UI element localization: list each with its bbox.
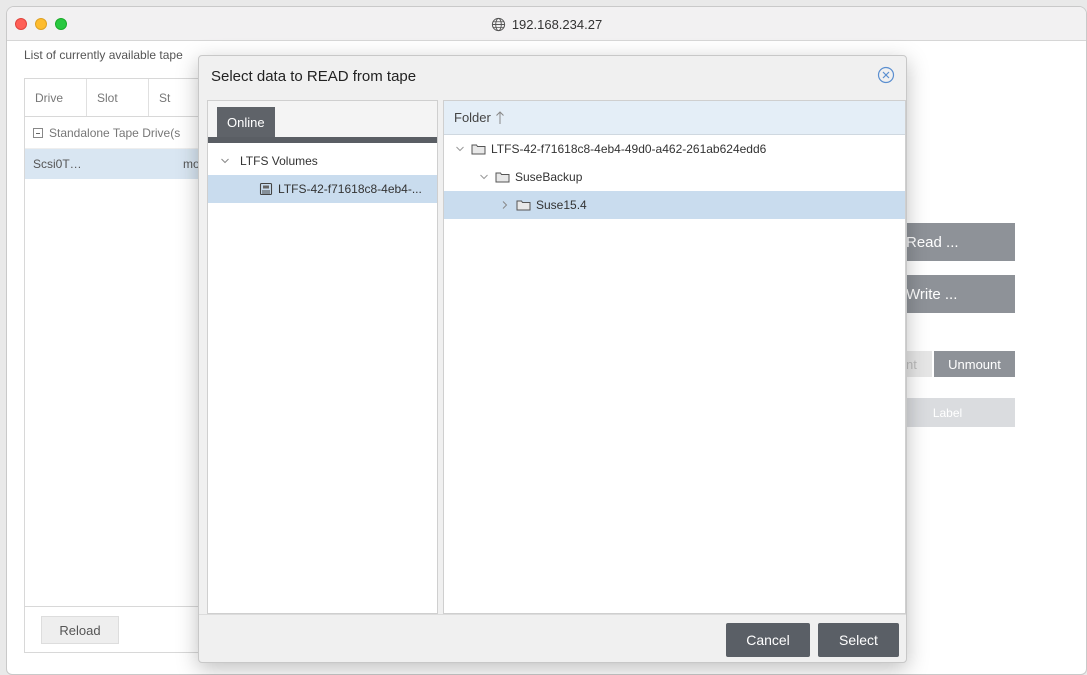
chevron-right-icon[interactable] [500, 200, 510, 210]
folder-row-suse154[interactable]: Suse15.4 [444, 191, 905, 219]
folder-icon [471, 144, 486, 155]
globe-icon [491, 17, 505, 31]
tree-root-ltfs-volumes[interactable]: LTFS Volumes [208, 147, 437, 175]
folder-label: Suse15.4 [536, 198, 587, 212]
drive-icon [259, 182, 273, 196]
column-slot[interactable]: Slot [87, 79, 149, 116]
label-button[interactable]: Label [900, 398, 1015, 427]
tree-item-volume[interactable]: LTFS-42-f71618c8-4eb4-... [208, 175, 437, 203]
tab-online[interactable]: Online [217, 107, 275, 137]
column-state[interactable]: St [149, 79, 180, 116]
tape-list-header: Drive Slot St [25, 79, 203, 117]
tape-list-footer: Reload [25, 606, 203, 652]
folder-pane: Folder LTFS-42-f71618c8-4eb4-49d0-a462-2… [443, 100, 906, 614]
sort-up-arrow-icon [496, 110, 504, 124]
folder-label: LTFS-42-f71618c8-4eb4-49d0-a462-261ab624… [491, 142, 767, 156]
reload-button[interactable]: Reload [41, 616, 119, 644]
folder-row-susebackup[interactable]: SuseBackup [444, 163, 905, 191]
unmount-button[interactable]: Unmount [934, 351, 1015, 377]
write-button[interactable]: Write ... [900, 275, 1015, 313]
chevron-down-icon[interactable] [220, 156, 230, 166]
tape-list-panel: Drive Slot St Standalone Tape Drive(s Sc… [24, 78, 204, 653]
tape-list-caption: List of currently available tape [24, 48, 183, 62]
url-text: 192.168.234.27 [511, 16, 603, 32]
folder-icon [516, 200, 531, 211]
table-row[interactable]: Scsi0T… mo [25, 149, 203, 179]
folder-header-label: Folder [454, 110, 491, 125]
dialog-title: Select data to READ from tape [211, 68, 417, 85]
dialog-footer: Cancel Select [199, 614, 906, 662]
select-button[interactable]: Select [818, 623, 899, 657]
title-bar: 192.168.234.27 [7, 7, 1086, 41]
folder-row-ltfs[interactable]: LTFS-42-f71618c8-4eb4-49d0-a462-261ab624… [444, 135, 905, 163]
read-from-tape-dialog: Select data to READ from tape Online LTF… [198, 55, 907, 663]
chevron-down-icon[interactable] [455, 144, 465, 154]
group-standalone[interactable]: Standalone Tape Drive(s [25, 117, 203, 149]
chevron-down-icon[interactable] [479, 172, 489, 182]
folder-icon [495, 172, 510, 183]
group-label: Standalone Tape Drive(s [49, 125, 181, 140]
read-button[interactable]: Read ... [900, 223, 1015, 261]
cancel-button[interactable]: Cancel [726, 623, 810, 657]
tree-root-label: LTFS Volumes [240, 154, 318, 168]
folder-column-header[interactable]: Folder [444, 101, 905, 135]
address-display: 192.168.234.27 [7, 7, 1086, 41]
tab-strip: Online [208, 101, 437, 143]
volume-tree-pane: Online LTFS Volumes LTFS-42-f71618c8-4eb… [207, 100, 438, 614]
column-drive[interactable]: Drive [25, 79, 87, 116]
minus-box-icon[interactable] [33, 127, 43, 138]
tree-volume-label: LTFS-42-f71618c8-4eb4-... [278, 182, 422, 196]
row-drive: Scsi0T… [33, 157, 82, 171]
close-circle-icon[interactable] [877, 66, 895, 84]
folder-label: SuseBackup [515, 170, 583, 184]
